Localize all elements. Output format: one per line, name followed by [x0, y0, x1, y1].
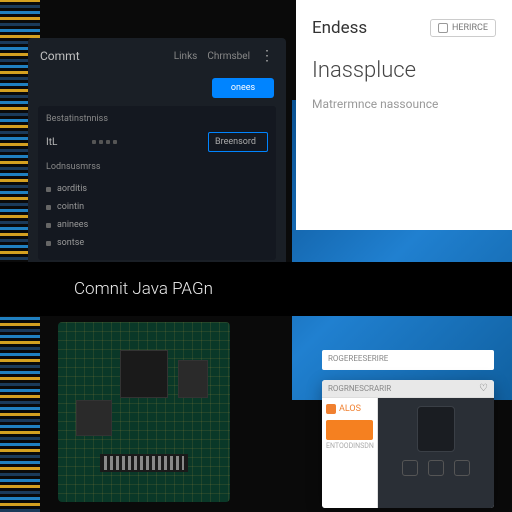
list-item[interactable]: cointin: [46, 198, 268, 216]
header-link-2[interactable]: Chrmsbel: [207, 51, 250, 62]
data-row: ItL Breensord: [46, 132, 268, 152]
row-indicators: [92, 140, 202, 144]
section-label: Lodnsusmrss: [46, 162, 268, 172]
mini-sidebar: ALOS ENTOODINSDN: [322, 398, 378, 508]
row-label: ItL: [46, 137, 86, 148]
item-list: aorditis cointin aninees sontse: [46, 180, 268, 252]
chip-icon: [178, 360, 208, 398]
dark-panel-header-actions: Links Chrmsbel ⋮: [174, 48, 274, 64]
device-icon: [417, 406, 455, 452]
chip-icon: [120, 350, 168, 398]
tag-badge[interactable]: HERIRCE: [430, 19, 496, 37]
menu-icon[interactable]: ⋮: [260, 48, 274, 64]
highlighted-field[interactable]: Breensord: [208, 132, 268, 152]
content-heading: Bestatinstnniss: [46, 114, 268, 124]
dark-app-window: Commt Links Chrmsbel ⋮ onees Bestatinstn…: [28, 38, 286, 278]
mini-device-window: ROGRNESCRARIR ALOS ENTOODINSDN: [322, 380, 494, 508]
dark-panel-title: Commt: [40, 49, 80, 63]
control-button[interactable]: [428, 460, 444, 476]
white-info-panel: Endess HERIRCE Inasspluce Matrermnce nas…: [296, 0, 512, 230]
list-item[interactable]: sontse: [46, 234, 268, 252]
sidebar-label: ENTOODINSDN: [326, 442, 373, 450]
brand-name: Endess: [312, 18, 367, 38]
mini-window-body: ALOS ENTOODINSDN: [322, 398, 494, 508]
primary-action-button[interactable]: onees: [212, 78, 274, 98]
title-bar: Comnit Java PAGn: [0, 262, 512, 316]
circuit-board-image: [58, 322, 230, 502]
list-item[interactable]: aorditis: [46, 180, 268, 198]
white-panel-header: Endess HERIRCE: [312, 18, 496, 38]
connector-icon: [100, 454, 188, 472]
sidebar-highlight[interactable]: [326, 420, 373, 440]
sidebar-badge[interactable]: ALOS: [326, 404, 373, 414]
dark-panel-content: Bestatinstnniss ItL Breensord Lodnsusmrs…: [38, 106, 276, 260]
dark-panel-header: Commt Links Chrmsbel ⋮: [28, 38, 286, 74]
mini-header-text: ROGRNESCRARIR: [328, 384, 391, 393]
control-button[interactable]: [402, 460, 418, 476]
panel-title: Inasspluce: [312, 58, 496, 83]
control-button[interactable]: [454, 460, 470, 476]
mini-window-header: ROGRNESCRARIR: [322, 380, 494, 398]
title-bar-text: Comnit Java PAGn: [74, 279, 213, 299]
chip-icon: [76, 400, 112, 436]
label-strip-text: ROGEREESERIRE: [328, 354, 388, 363]
mini-main-area: [378, 398, 494, 508]
label-strip: ROGEREESERIRE: [322, 350, 494, 370]
panel-subtitle: Matrermnce nassounce: [312, 97, 496, 111]
control-row: [402, 460, 470, 476]
list-item[interactable]: aninees: [46, 216, 268, 234]
header-link-1[interactable]: Links: [174, 51, 198, 62]
